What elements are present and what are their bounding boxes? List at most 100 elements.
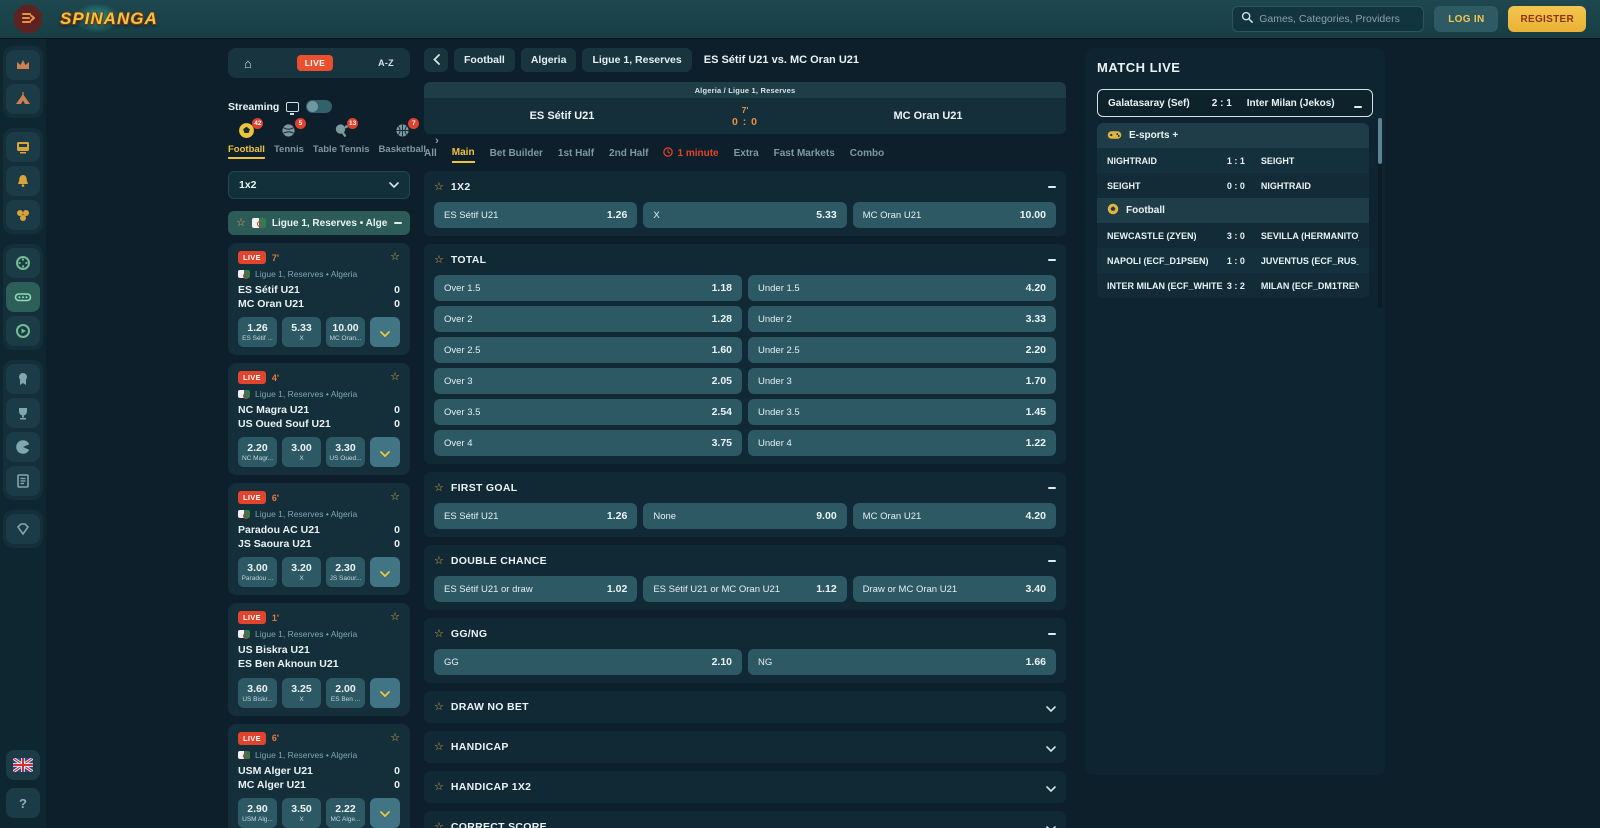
language-button[interactable]	[6, 750, 40, 780]
collapse-market-button[interactable]	[1048, 186, 1056, 188]
favorite-star-icon[interactable]	[434, 556, 444, 567]
rail-promotions-button[interactable]	[6, 50, 40, 80]
outcome-button[interactable]: GG2.10	[434, 649, 742, 675]
rail-betslip-button[interactable]	[6, 466, 40, 496]
favorite-star-icon[interactable]	[390, 612, 400, 623]
favorite-star-icon[interactable]	[390, 492, 400, 503]
rail-slots-button[interactable]	[6, 132, 40, 162]
rail-live-casino-button[interactable]	[6, 282, 40, 312]
favorite-star-icon[interactable]	[434, 782, 444, 793]
register-button[interactable]: REGISTER	[1508, 6, 1586, 32]
outcome-button[interactable]: None9.00	[643, 503, 846, 529]
outcome-button[interactable]: Over 2.51.60	[434, 337, 742, 363]
outcome-button[interactable]: MC Oran U2110.00	[853, 202, 1056, 228]
favorite-star-icon[interactable]	[434, 822, 444, 828]
expand-market-button[interactable]	[1046, 740, 1056, 755]
favorite-star-icon[interactable]	[390, 733, 400, 744]
market-filter-dropdown[interactable]: 1x2	[228, 171, 410, 199]
favorite-star-icon[interactable]	[434, 182, 444, 193]
collapse-market-button[interactable]	[1048, 560, 1056, 562]
outcome-button[interactable]: ES Sétif U211.26	[434, 202, 637, 228]
rail-table-games-button[interactable]	[6, 200, 40, 230]
odds-button[interactable]: 3.20X	[282, 557, 321, 587]
outcome-button[interactable]: Draw or MC Oran U213.40	[853, 576, 1056, 602]
collapse-market-button[interactable]	[1048, 487, 1056, 489]
logo[interactable]: SPINANGA	[52, 7, 166, 31]
expand-match-button[interactable]	[370, 798, 400, 828]
tab-combo[interactable]: Combo	[850, 148, 884, 162]
outcome-button[interactable]: Under 3.51.45	[748, 399, 1056, 425]
tab-2nd-half[interactable]: 2nd Half	[609, 148, 648, 162]
sport-tab-tennis[interactable]: 5 Tennis	[274, 123, 304, 155]
outcome-button[interactable]: ES Sétif U211.26	[434, 503, 637, 529]
odds-button[interactable]: 10.00MC Oran...	[326, 317, 365, 347]
section-esports[interactable]: E-sports +	[1097, 123, 1369, 148]
tab-1-minute[interactable]: 1 minute	[663, 147, 718, 163]
outcome-button[interactable]: Under 31.70	[748, 368, 1056, 394]
sport-tab-basketball[interactable]: 7 Basketball	[379, 123, 427, 155]
match-card[interactable]: LIVE7' Ligue 1, Reserves • Algeria ES Sé…	[228, 243, 410, 355]
match-card[interactable]: LIVE1' Ligue 1, Reserves • Algeria US Bi…	[228, 603, 410, 715]
live-match-row[interactable]: SEIGHT 0 : 0 NIGHTRAID	[1097, 173, 1369, 198]
outcome-button[interactable]: NG1.66	[748, 649, 1056, 675]
odds-button[interactable]: 2.20NC Magr...	[238, 437, 277, 467]
expand-market-button[interactable]	[1046, 700, 1056, 715]
login-button[interactable]: LOG IN	[1434, 6, 1498, 32]
live-match-row[interactable]: NAPOLI (ECF_D1PSEN) 1 : 0 JUVENTUS (ECF_…	[1097, 248, 1369, 273]
scrollbar[interactable]	[1378, 118, 1382, 308]
odds-button[interactable]: 3.25X	[282, 678, 321, 708]
tab-1st-half[interactable]: 1st Half	[558, 148, 594, 162]
outcome-button[interactable]: Over 43.75	[434, 430, 742, 456]
outcome-button[interactable]: Over 32.05	[434, 368, 742, 394]
odds-button[interactable]: 3.00X	[282, 437, 321, 467]
favorite-star-icon[interactable]	[390, 372, 400, 383]
rail-vip-button[interactable]	[6, 514, 40, 544]
outcome-button[interactable]: Over 3.52.54	[434, 399, 742, 425]
outcome-button[interactable]: ES Sétif U21 or draw1.02	[434, 576, 637, 602]
favorite-star-icon[interactable]	[236, 218, 246, 229]
expand-match-button[interactable]	[370, 678, 400, 708]
menu-button[interactable]	[14, 5, 42, 33]
rail-game-shows-button[interactable]	[6, 316, 40, 346]
outcome-button[interactable]: Under 23.33	[748, 306, 1056, 332]
live-tab[interactable]: LIVE	[297, 55, 334, 71]
live-match-row[interactable]: INTER MILAN (ECF_WHITE_BOY1927) 3 : 2 MI…	[1097, 273, 1369, 298]
favorite-star-icon[interactable]	[390, 252, 400, 263]
outcome-button[interactable]: ES Sétif U21 or MC Oran U211.12	[643, 576, 846, 602]
collapse-icon[interactable]	[394, 222, 402, 224]
rail-rewards-button[interactable]	[6, 364, 40, 394]
expand-market-button[interactable]	[1046, 820, 1056, 828]
match-card[interactable]: LIVE4' Ligue 1, Reserves • Algeria NC Ma…	[228, 363, 410, 475]
tab-fast-markets[interactable]: Fast Markets	[774, 148, 835, 162]
outcome-button[interactable]: Under 41.22	[748, 430, 1056, 456]
home-button[interactable]: ⌂	[244, 56, 252, 71]
pinned-match[interactable]: Galatasaray (Sef) 2 : 1 Inter Milan (Jek…	[1097, 89, 1373, 117]
odds-button[interactable]: 1.26ES Sétif ...	[238, 317, 277, 347]
odds-button[interactable]: 3.50X	[282, 798, 321, 828]
live-match-row[interactable]: NIGHTRAID 1 : 1 SEIGHT	[1097, 148, 1369, 173]
az-sort-button[interactable]: A-Z	[378, 58, 394, 68]
scrollbar-thumb[interactable]	[1378, 118, 1382, 164]
sport-tab-table-tennis[interactable]: 13 Table Tennis	[313, 123, 370, 155]
outcome-button[interactable]: MC Oran U214.20	[853, 503, 1056, 529]
tab-main[interactable]: Main	[452, 147, 475, 163]
streaming-toggle[interactable]	[306, 100, 332, 113]
tab-bet-builder[interactable]: Bet Builder	[490, 148, 543, 162]
outcome-button[interactable]: Over 21.28	[434, 306, 742, 332]
rail-jackpot-button[interactable]	[6, 166, 40, 196]
sport-tab-football[interactable]: 42 Football	[228, 123, 265, 159]
collapse-panel-button[interactable]	[1354, 96, 1362, 111]
outcome-button[interactable]: Over 1.51.18	[434, 275, 742, 301]
search-input[interactable]	[1259, 13, 1415, 25]
odds-button[interactable]: 2.90USM Alg...	[238, 798, 277, 828]
expand-match-button[interactable]	[370, 557, 400, 587]
back-button[interactable]	[424, 48, 448, 72]
rail-tournaments-button[interactable]	[6, 84, 40, 114]
breadcrumb-league[interactable]: Ligue 1, Reserves	[582, 48, 691, 72]
section-football[interactable]: Football	[1097, 198, 1369, 223]
match-card[interactable]: LIVE6' Ligue 1, Reserves • Algeria Parad…	[228, 483, 410, 595]
rail-sports-button[interactable]	[6, 432, 40, 462]
odds-button[interactable]: 2.30JS Saour...	[326, 557, 365, 587]
collapse-market-button[interactable]	[1048, 259, 1056, 261]
odds-button[interactable]: 3.60US Biskr...	[238, 678, 277, 708]
